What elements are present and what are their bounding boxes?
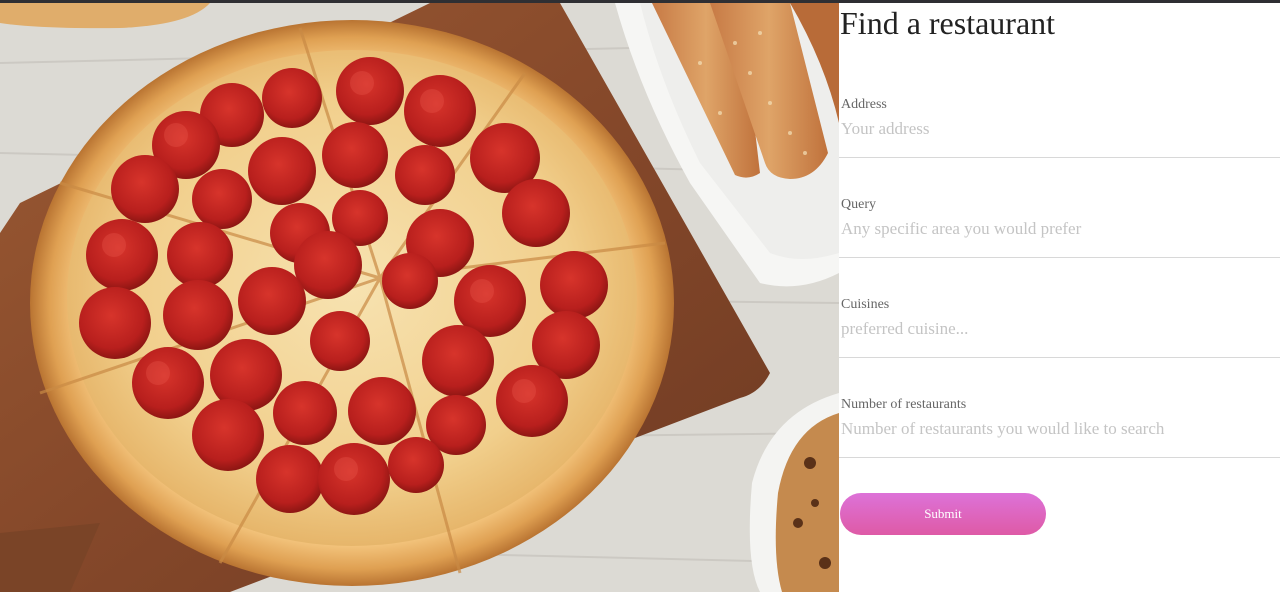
restaurant-search-form: Find a restaurant Address Query Cuisines… <box>839 3 1280 592</box>
restaurant-count-input[interactable] <box>839 417 1277 441</box>
pizza-illustration <box>0 3 839 592</box>
query-field-group: Query <box>839 197 1280 258</box>
query-input[interactable] <box>839 217 1277 241</box>
cuisines-field-group: Cuisines <box>839 297 1280 358</box>
page-title: Find a restaurant <box>840 5 1056 41</box>
query-label: Query <box>841 197 876 212</box>
submit-button[interactable]: Submit <box>840 493 1046 535</box>
page: Find a restaurant Address Query Cuisines… <box>0 0 1280 592</box>
window-top-border <box>0 0 1280 3</box>
address-field-group: Address <box>839 97 1280 158</box>
address-input[interactable] <box>839 117 1277 141</box>
cuisines-input[interactable] <box>839 317 1277 341</box>
hero-image-pizza <box>0 3 839 592</box>
restaurant-count-field-group: Number of restaurants <box>839 397 1280 458</box>
address-label: Address <box>841 97 887 112</box>
restaurant-count-label: Number of restaurants <box>841 397 967 412</box>
cuisines-label: Cuisines <box>841 297 890 312</box>
